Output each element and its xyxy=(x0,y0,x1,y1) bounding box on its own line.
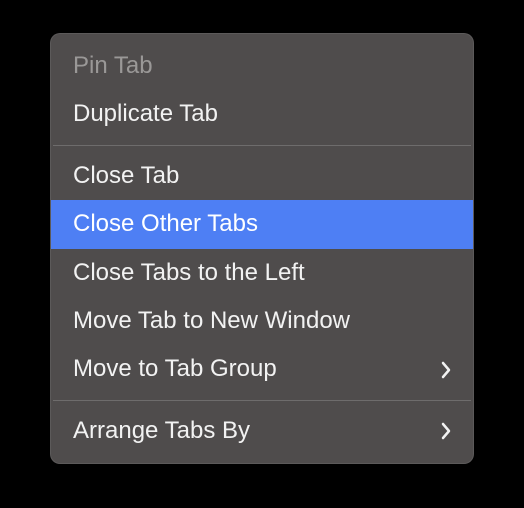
menu-item-move-tab-new-window[interactable]: Move Tab to New Window xyxy=(51,297,473,345)
tab-context-menu: Pin Tab Duplicate Tab Close Tab Close Ot… xyxy=(50,33,474,464)
menu-item-close-tab[interactable]: Close Tab xyxy=(51,152,473,200)
menu-item-duplicate-tab[interactable]: Duplicate Tab xyxy=(51,90,473,138)
menu-item-label: Move Tab to New Window xyxy=(73,305,350,337)
menu-item-move-to-tab-group[interactable]: Move to Tab Group xyxy=(51,345,473,393)
menu-separator xyxy=(53,145,471,146)
menu-item-label: Close Other Tabs xyxy=(73,208,258,240)
menu-item-arrange-tabs-by[interactable]: Arrange Tabs By xyxy=(51,407,473,455)
menu-item-label: Pin Tab xyxy=(73,50,153,82)
menu-item-close-tabs-left[interactable]: Close Tabs to the Left xyxy=(51,249,473,297)
menu-item-label: Close Tab xyxy=(73,160,179,192)
menu-item-label: Close Tabs to the Left xyxy=(73,257,305,289)
menu-item-label: Move to Tab Group xyxy=(73,353,277,385)
menu-item-label: Duplicate Tab xyxy=(73,98,218,130)
menu-separator xyxy=(53,400,471,401)
chevron-right-icon xyxy=(441,361,451,379)
chevron-right-icon xyxy=(441,422,451,440)
menu-item-pin-tab: Pin Tab xyxy=(51,42,473,90)
menu-item-label: Arrange Tabs By xyxy=(73,415,250,447)
menu-item-close-other-tabs[interactable]: Close Other Tabs xyxy=(51,200,473,248)
